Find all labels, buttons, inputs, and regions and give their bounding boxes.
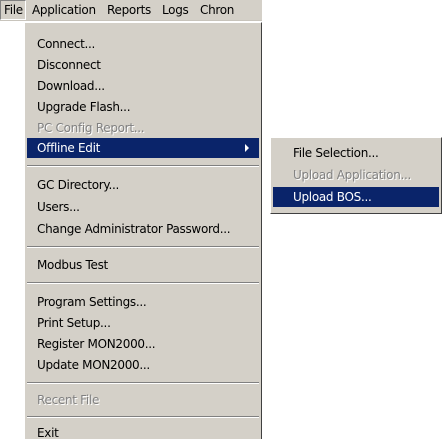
- menu-separator: [27, 416, 259, 418]
- menu-item-upgrade-flash[interactable]: Upgrade Flash...: [27, 97, 259, 117]
- menu-item-gc-directory[interactable]: GC Directory...: [27, 175, 259, 195]
- menubar-chron[interactable]: Chron: [196, 0, 234, 20]
- menu-item-change-admin-password[interactable]: Change Administrator Password...: [27, 219, 259, 239]
- menu-item-modbus-test[interactable]: Modbus Test: [27, 255, 259, 275]
- menu-item-download[interactable]: Download...: [27, 76, 259, 96]
- menu-item-offline-edit-label: Offline Edit: [37, 141, 101, 155]
- menu-item-pc-config-report: PC Config Report...: [37, 121, 145, 135]
- offline-edit-submenu: File Selection... Upload Application... …: [270, 137, 442, 214]
- menu-separator: [27, 165, 259, 167]
- menubar-file[interactable]: File: [0, 0, 26, 20]
- menu-item-disconnect[interactable]: Disconnect: [27, 55, 259, 75]
- menu-bar: File Application Reports Logs Chron: [0, 0, 262, 21]
- menu-separator: [27, 282, 259, 284]
- menu-item-print-setup[interactable]: Print Setup...: [27, 313, 259, 333]
- menu-item-exit[interactable]: Exit: [27, 423, 259, 443]
- chevron-right-icon: [245, 144, 249, 152]
- menu-item-users[interactable]: Users...: [27, 197, 259, 217]
- menubar-logs[interactable]: Logs: [158, 0, 189, 20]
- menu-item-register-mon2000[interactable]: Register MON2000...: [27, 334, 259, 354]
- menubar-reports[interactable]: Reports: [103, 0, 151, 20]
- submenu-item-upload-application: Upload Application...: [293, 168, 412, 182]
- menubar-application[interactable]: Application: [28, 0, 96, 20]
- submenu-item-file-selection[interactable]: File Selection...: [273, 143, 439, 163]
- menu-item-connect[interactable]: Connect...: [27, 34, 259, 54]
- submenu-item-upload-bos[interactable]: Upload BOS...: [273, 187, 439, 207]
- menu-item-recent-file: Recent File: [37, 393, 100, 407]
- menu-item-update-mon2000[interactable]: Update MON2000...: [27, 355, 259, 375]
- file-menu: Connect... Disconnect Download... Upgrad…: [24, 22, 262, 440]
- menu-separator: [27, 382, 259, 384]
- menu-separator: [27, 246, 259, 248]
- menu-item-program-settings[interactable]: Program Settings...: [27, 292, 259, 312]
- menu-item-offline-edit[interactable]: Offline Edit: [27, 138, 259, 158]
